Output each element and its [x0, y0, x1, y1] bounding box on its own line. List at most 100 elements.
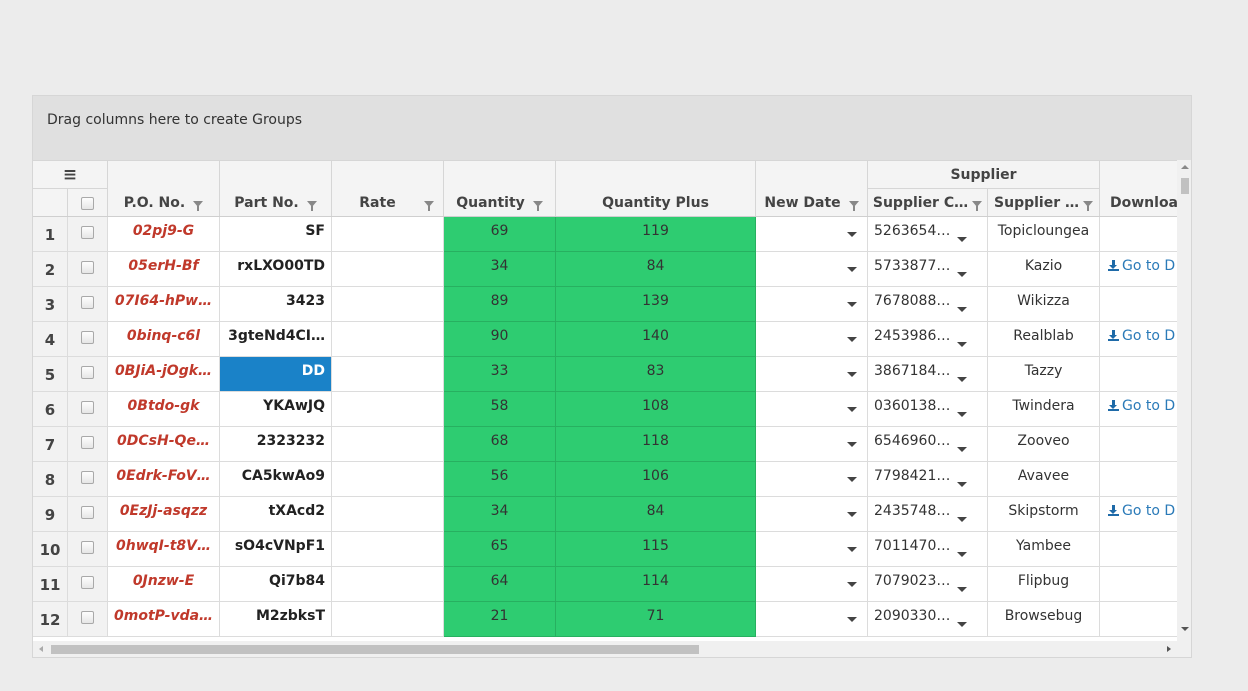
row-checkbox[interactable] — [81, 366, 94, 379]
row-checkbox[interactable] — [81, 226, 94, 239]
rate-cell[interactable] — [332, 217, 444, 252]
new-date-cell[interactable] — [756, 462, 868, 497]
supplier-name-cell[interactable]: Zooveo — [988, 427, 1100, 462]
supplier-code-cell[interactable]: 2090330… — [868, 602, 988, 637]
quantity-cell[interactable]: 64 — [444, 567, 556, 602]
part-cell[interactable]: rxLXO00TD — [220, 252, 332, 287]
date-dropdown-arrow-icon[interactable] — [847, 337, 857, 342]
horizontal-scrollbar[interactable] — [33, 641, 1177, 657]
po-cell[interactable]: 02pj9-G — [108, 217, 220, 252]
quantity-cell[interactable]: 56 — [444, 462, 556, 497]
download-cell[interactable]: Go to D — [1100, 392, 1177, 427]
quantity-plus-cell[interactable]: 140 — [556, 322, 756, 357]
quantity-cell[interactable]: 34 — [444, 497, 556, 532]
table-row[interactable]: 5 0BJiA-jOgk… DD 33 83 3867184… Tazzy — [33, 357, 1177, 392]
rate-cell[interactable] — [332, 392, 444, 427]
table-row[interactable]: 10 0hwqI-t8V… sO4cVNpF1 65 115 7011470… Yambee — [33, 532, 1177, 567]
quantity-cell[interactable]: 65 — [444, 532, 556, 567]
quantity-plus-cell[interactable]: 139 — [556, 287, 756, 322]
quantity-plus-cell[interactable]: 118 — [556, 427, 756, 462]
scroll-up-arrow-icon[interactable] — [1181, 165, 1189, 169]
quantity-cell[interactable]: 90 — [444, 322, 556, 357]
group-by-panel[interactable]: Drag columns here to create Groups — [33, 96, 1191, 160]
new-date-cell[interactable] — [756, 392, 868, 427]
download-link[interactable]: Go to D — [1108, 503, 1175, 519]
date-dropdown-arrow-icon[interactable] — [847, 582, 857, 587]
table-row[interactable]: 6 0Btdo-gk YKAwJQ 58 108 0360138… Twindera Go t… — [33, 392, 1177, 427]
download-cell[interactable] — [1100, 462, 1177, 497]
supplier-code-cell[interactable]: 5733877… — [868, 252, 988, 287]
supplier-code-dropdown-arrow-icon[interactable] — [957, 342, 967, 347]
download-cell[interactable] — [1100, 217, 1177, 252]
po-filter-icon[interactable] — [193, 201, 204, 211]
rate-filter-icon[interactable] — [423, 201, 434, 211]
part-cell-selected[interactable]: DD — [220, 357, 332, 392]
row-checkbox[interactable] — [81, 436, 94, 449]
table-row[interactable]: 4 0binq-c6l 3gteNd4CI… 90 140 2453986… Realbla… — [33, 322, 1177, 357]
supplier-code-dropdown-arrow-icon[interactable] — [957, 517, 967, 522]
new-date-cell[interactable] — [756, 357, 868, 392]
row-checkbox[interactable] — [81, 331, 94, 344]
supplier-code-cell[interactable]: 7011470… — [868, 532, 988, 567]
new-date-cell[interactable] — [756, 497, 868, 532]
supplier-code-dropdown-arrow-icon[interactable] — [957, 622, 967, 627]
row-checkbox[interactable] — [81, 611, 94, 624]
supplier-code-dropdown-arrow-icon[interactable] — [957, 552, 967, 557]
quantity-plus-cell[interactable]: 108 — [556, 392, 756, 427]
quantity-filter-icon[interactable] — [532, 201, 543, 211]
column-header-supplier-name[interactable]: Supplier … — [988, 189, 1100, 216]
row-checkbox[interactable] — [81, 296, 94, 309]
date-dropdown-arrow-icon[interactable] — [847, 372, 857, 377]
vertical-scrollbar[interactable] — [1177, 160, 1191, 641]
column-header-quantity-plus[interactable]: Quantity Plus — [556, 161, 756, 216]
date-dropdown-arrow-icon[interactable] — [847, 617, 857, 622]
rate-cell[interactable] — [332, 497, 444, 532]
quantity-cell[interactable]: 58 — [444, 392, 556, 427]
po-cell[interactable]: 0hwqI-t8V… — [108, 532, 220, 567]
download-link[interactable]: Go to D — [1108, 398, 1175, 414]
scroll-left-arrow-icon[interactable] — [39, 646, 43, 652]
download-cell[interactable]: Go to D — [1100, 252, 1177, 287]
supplier-code-dropdown-arrow-icon[interactable] — [957, 377, 967, 382]
new-date-cell[interactable] — [756, 287, 868, 322]
new-date-cell[interactable] — [756, 217, 868, 252]
supplier-code-dropdown-arrow-icon[interactable] — [957, 447, 967, 452]
table-row[interactable]: 9 0EzJj-asqzz tXAcd2 34 84 2435748… Skipstorm G… — [33, 497, 1177, 532]
supplier-code-cell[interactable]: 7079023… — [868, 567, 988, 602]
supplier-name-cell[interactable]: Browsebug — [988, 602, 1100, 637]
supplier-code-dropdown-arrow-icon[interactable] — [957, 482, 967, 487]
column-header-supplier-code[interactable]: Supplier C… — [868, 189, 988, 216]
row-checkbox[interactable] — [81, 576, 94, 589]
quantity-plus-cell[interactable]: 106 — [556, 462, 756, 497]
table-row[interactable]: 1 02pj9-G SF 69 119 5263654… Topicloungea — [33, 217, 1177, 252]
supplier-code-dropdown-arrow-icon[interactable] — [957, 307, 967, 312]
quantity-cell[interactable]: 68 — [444, 427, 556, 462]
rate-cell[interactable] — [332, 322, 444, 357]
table-row[interactable]: 3 07I64-hPw… 3423 89 139 7678088… Wikizza — [33, 287, 1177, 322]
row-checkbox[interactable] — [81, 471, 94, 484]
supplier-name-cell[interactable]: Tazzy — [988, 357, 1100, 392]
po-cell[interactable]: 05erH-Bf — [108, 252, 220, 287]
supplier-name-cell[interactable]: Yambee — [988, 532, 1100, 567]
scroll-right-arrow-icon[interactable] — [1167, 646, 1171, 652]
table-row[interactable]: 7 0DCsH-Qe… 2323232 68 118 6546960… Zooveo — [33, 427, 1177, 462]
download-link[interactable]: Go to D — [1108, 328, 1175, 344]
column-header-quantity[interactable]: Quantity — [444, 161, 556, 216]
download-link[interactable]: Go to D — [1108, 258, 1175, 274]
rate-cell[interactable] — [332, 357, 444, 392]
rate-cell[interactable] — [332, 567, 444, 602]
quantity-plus-cell[interactable]: 114 — [556, 567, 756, 602]
rate-cell[interactable] — [332, 532, 444, 567]
supplier-name-cell[interactable]: Realblab — [988, 322, 1100, 357]
table-row[interactable]: 12 0motP-vda… M2zbksT 21 71 2090330… Browsebug — [33, 602, 1177, 637]
vertical-scroll-thumb[interactable] — [1181, 178, 1189, 194]
download-cell[interactable] — [1100, 532, 1177, 567]
row-checkbox[interactable] — [81, 541, 94, 554]
download-cell[interactable] — [1100, 567, 1177, 602]
part-cell[interactable]: tXAcd2 — [220, 497, 332, 532]
part-cell[interactable]: Qi7b84 — [220, 567, 332, 602]
supplier-code-filter-icon[interactable] — [972, 201, 983, 211]
quantity-cell[interactable]: 89 — [444, 287, 556, 322]
supplier-code-cell[interactable]: 7798421… — [868, 462, 988, 497]
download-cell[interactable] — [1100, 287, 1177, 322]
